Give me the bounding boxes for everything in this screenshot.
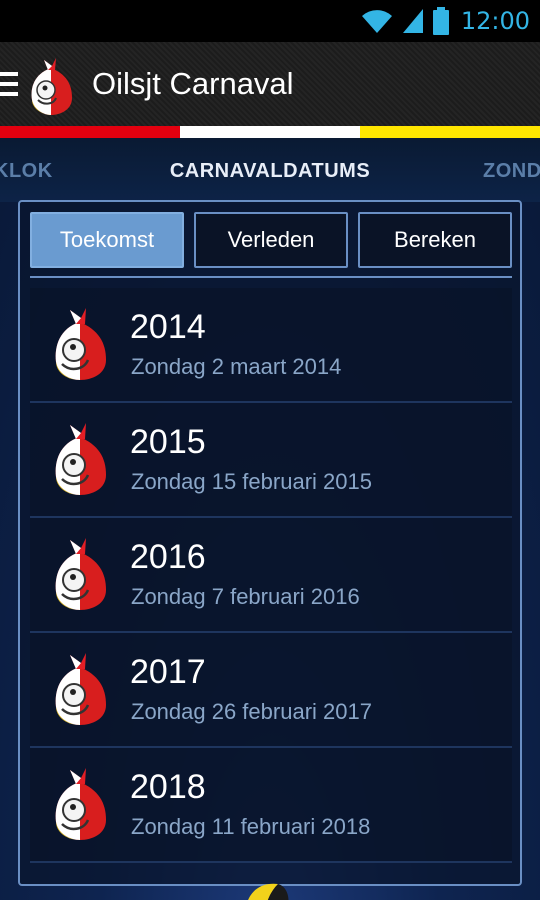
flag-stripe xyxy=(0,126,540,138)
flag-yellow xyxy=(360,126,540,138)
date-list: 2014 Zondag 2 maart 2014 2015 Zondag 15 … xyxy=(30,288,512,863)
divider xyxy=(30,276,512,278)
signal-icon xyxy=(402,9,423,33)
item-year: 2017 xyxy=(130,653,206,691)
bereken-button[interactable]: Bereken xyxy=(358,212,512,268)
tab-strip: KLOK CARNAVALDATUMS ZOND xyxy=(0,138,540,202)
battery-icon xyxy=(432,7,449,35)
item-year: 2018 xyxy=(130,768,206,806)
carnival-logo-icon xyxy=(55,653,106,725)
tab-carnavaldatums[interactable]: CARNAVALDATUMS xyxy=(0,160,540,183)
dates-panel: Toekomst Verleden Bereken 2014 Zondag 2 … xyxy=(18,200,522,886)
segmented-control: Toekomst Verleden Bereken xyxy=(30,212,512,268)
carnival-logo-icon xyxy=(55,308,106,380)
flag-white xyxy=(180,126,360,138)
app-title: Oilsjt Carnaval xyxy=(92,66,294,101)
carnival-logo-icon xyxy=(55,768,106,840)
tab-zondag[interactable]: ZOND xyxy=(483,160,540,183)
item-date: Zondag 2 maart 2014 xyxy=(131,354,342,379)
list-item[interactable]: 2015 Zondag 15 februari 2015 xyxy=(30,403,512,518)
status-time: 12:00 xyxy=(460,7,530,35)
menu-icon[interactable] xyxy=(0,72,18,98)
list-item[interactable]: 2017 Zondag 26 februari 2017 xyxy=(30,633,512,748)
action-bar: Oilsjt Carnaval xyxy=(0,42,540,126)
item-date: Zondag 7 februari 2016 xyxy=(131,584,360,609)
list-item[interactable]: 2018 Zondag 11 februari 2018 xyxy=(30,748,512,863)
item-date: Zondag 26 februari 2017 xyxy=(131,699,372,724)
wifi-icon xyxy=(361,10,392,34)
list-item[interactable]: 2016 Zondag 7 februari 2016 xyxy=(30,518,512,633)
list-item[interactable]: 2014 Zondag 2 maart 2014 xyxy=(30,288,512,403)
carnival-logo-icon xyxy=(55,538,106,610)
item-year: 2014 xyxy=(130,308,206,346)
verleden-button[interactable]: Verleden xyxy=(194,212,348,268)
app-logo-icon[interactable] xyxy=(26,58,76,116)
item-date: Zondag 11 februari 2018 xyxy=(131,814,371,839)
item-year: 2016 xyxy=(130,538,206,576)
item-date: Zondag 15 februari 2015 xyxy=(131,469,372,494)
status-bar: 12:00 xyxy=(0,0,540,42)
item-year: 2015 xyxy=(130,423,206,461)
carnival-logo-icon xyxy=(55,423,106,495)
background-logo-icon xyxy=(248,883,289,900)
toekomst-button[interactable]: Toekomst xyxy=(30,212,184,268)
flag-red xyxy=(0,126,180,138)
